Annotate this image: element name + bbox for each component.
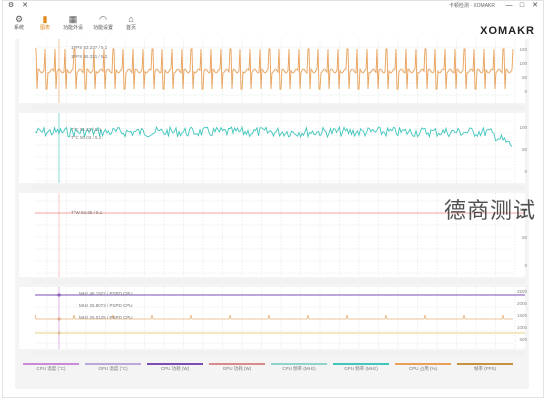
toolbar-label: 功能设置: [92, 25, 113, 31]
toolbar-item-devices[interactable]: ▦ 功能外设: [59, 13, 87, 32]
legend-item[interactable]: CPU 温度 (°C): [23, 363, 79, 372]
toolbar-label: 首页: [125, 25, 136, 31]
y-tick: 500: [519, 337, 527, 342]
toolbar-label: 功能外设: [62, 25, 83, 31]
y-tick: 50: [521, 235, 527, 240]
tooltip-line: T°C 90.03 / 5.2: [71, 135, 102, 140]
gear-icon: ⚙: [14, 14, 24, 24]
chart-grid: [35, 113, 516, 183]
legend-item[interactable]: CPU 频率 (MHz): [271, 363, 327, 372]
legend: CPU 温度 (°C) GPU 温度 (°C) CPU 功耗 (W) GPU 功…: [23, 361, 523, 379]
chart-panel-cpu: 1FPS 53.237 / 5.1 1FPS 55.331 / 5.2 150 …: [19, 39, 527, 103]
legend-item[interactable]: GPU 功耗 (W): [209, 363, 265, 372]
close-button[interactable]: ✕: [529, 1, 541, 11]
time-axis-strip: [31, 185, 525, 190]
tooltip-line: MHz 46.1922 / PSPD CPU: [79, 291, 133, 296]
y-tick: 100: [519, 125, 527, 130]
close-icon[interactable]: ✕: [19, 1, 31, 11]
legend-item[interactable]: GPU 温度 (°C): [85, 363, 141, 372]
legend-item[interactable]: CPU 占用 (%): [395, 363, 451, 372]
watermark: 德商测试: [444, 199, 537, 224]
legend-item[interactable]: 帧率 (FPS): [457, 363, 513, 372]
tooltip-line: T°W 63.35 / 5.1: [71, 210, 103, 215]
toolbar-item-settings[interactable]: ◠ 功能设置: [89, 13, 117, 32]
legend-item[interactable]: CPU 功耗 (W): [147, 363, 203, 372]
y-tick: 1500: [516, 313, 527, 318]
tooltip-line: 1FPS 55.331 / 5.2: [71, 54, 108, 59]
y-tick: 50: [521, 75, 527, 80]
y-tick: 100: [519, 61, 527, 66]
chart-grid: [35, 193, 516, 277]
toolbar-item-home[interactable]: ⌂ 首页: [117, 13, 145, 32]
toolbar-label: 系统: [13, 25, 24, 31]
y-tick: 2000: [516, 301, 527, 306]
toolbar-label: 图表: [39, 25, 50, 31]
legend-item[interactable]: GPU 频率 (MHz): [333, 363, 389, 372]
title-bar: ⚙ ✕ 卡顿检测 · XOMAKR — □ ✕: [3, 1, 543, 11]
y-tick: 1000: [516, 325, 527, 330]
time-axis-strip: [31, 351, 525, 356]
gpu-chart: [34, 113, 516, 183]
time-axis-strip: [31, 105, 525, 110]
gauge-icon: ◠: [99, 14, 107, 24]
y-tick: 2500: [516, 289, 527, 294]
y-tick: 0: [524, 89, 527, 94]
chart-panel-gpu: T°C 91.23 / 5.1 T°C 90.03 / 5.2 100 50 0: [19, 113, 527, 183]
tooltip-line: MHz 25.8072 / PSPD CPU: [79, 303, 133, 308]
y-tick: 0: [524, 263, 527, 268]
window-title: 卡顿检测 · XOMAKR: [448, 3, 495, 9]
toolbar-item-charts[interactable]: ▮ 图表: [31, 13, 59, 32]
bar-chart-icon: ▮: [42, 14, 48, 24]
minimize-button[interactable]: —: [503, 1, 515, 11]
toolbar: ⚙ 系统 ▮ 图表 ▦ 功能外设 ◠ 功能设置 ⌂ 首页 XOMAKR: [3, 11, 543, 37]
y-tick: 50: [521, 147, 527, 152]
time-axis-strip: [31, 279, 525, 284]
toolbar-item-system[interactable]: ⚙ 系统: [5, 13, 33, 32]
y-tick: 0: [524, 169, 527, 174]
y-tick: 150: [519, 47, 527, 52]
home-icon: ⌂: [128, 14, 134, 24]
devices-icon: ▦: [68, 14, 78, 24]
settings-dot-icon[interactable]: ⚙: [5, 1, 17, 11]
tooltip-line: MHz 25.0125 / PSPD CPU: [79, 315, 133, 320]
tooltip-line: 1FPS 53.237 / 5.1: [71, 45, 108, 50]
brand-logo: XOMAKR: [480, 25, 535, 37]
maximize-button[interactable]: □: [516, 1, 528, 11]
chart-panel-multi: MHz 46.1922 / PSPD CPU MHz 25.8072 / PSP…: [19, 287, 527, 349]
tooltip-line: T°C 91.23 / 5.1: [71, 127, 102, 132]
gpu-series-line: [34, 125, 513, 147]
